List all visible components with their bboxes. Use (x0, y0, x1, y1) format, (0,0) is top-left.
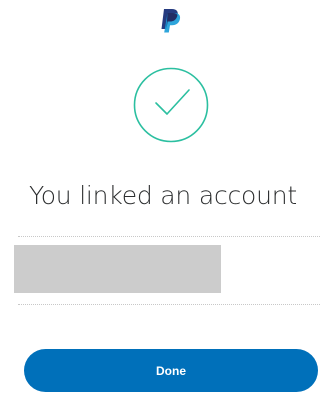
paypal-logo-icon (161, 9, 181, 33)
redacted-account-details (14, 245, 221, 293)
divider-top (18, 236, 320, 237)
checkmark-circle-icon (133, 67, 209, 143)
confirmation-title: You linked an account (28, 181, 298, 210)
done-button[interactable]: Done (24, 349, 318, 392)
link-account-success-page: You linked an account Done (0, 0, 326, 396)
divider-bottom (18, 304, 320, 305)
